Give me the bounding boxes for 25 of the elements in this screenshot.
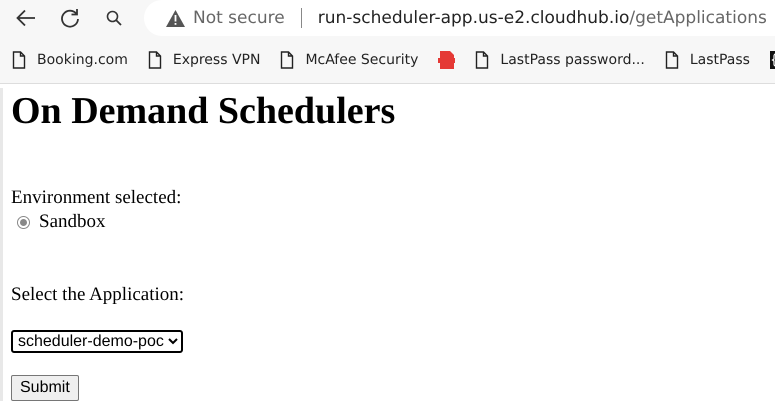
back-arrow-icon (16, 9, 36, 27)
pdf-icon (438, 50, 456, 68)
environment-label: Environment selected: (11, 187, 182, 208)
page-icon (148, 50, 162, 68)
application-select[interactable]: scheduler-demo-poc (11, 330, 183, 353)
warning-icon (166, 10, 185, 26)
page-icon (280, 50, 294, 68)
page-icon (475, 50, 490, 68)
bookmark[interactable]: Booking.com (12, 50, 128, 68)
security-label: Not secure (193, 8, 285, 28)
bookmark[interactable]: McAfee Security (280, 50, 418, 68)
url-text: run-scheduler-app.us-e2.cloudhub.io/getApplications (318, 8, 767, 28)
reload-icon (60, 8, 80, 28)
bookmark[interactable]: LastPass (664, 50, 750, 68)
radio-label: Sandbox (39, 210, 106, 234)
search-icon (106, 10, 122, 26)
page-heading: On Demand Schedulers (11, 89, 396, 134)
bookmark[interactable]: Express VPN (148, 50, 260, 68)
page-icon (664, 50, 679, 68)
bookmark[interactable]: LastPass password... (475, 50, 645, 68)
bookmark[interactable] (438, 50, 456, 68)
submit-button[interactable]: Submit (11, 375, 79, 401)
address-bar[interactable]: Not secure run-scheduler-app.us-e2.cloudhub.io/getApplications (144, 0, 775, 36)
page-icon (12, 50, 26, 68)
application-label: Select the Application: (11, 284, 186, 306)
